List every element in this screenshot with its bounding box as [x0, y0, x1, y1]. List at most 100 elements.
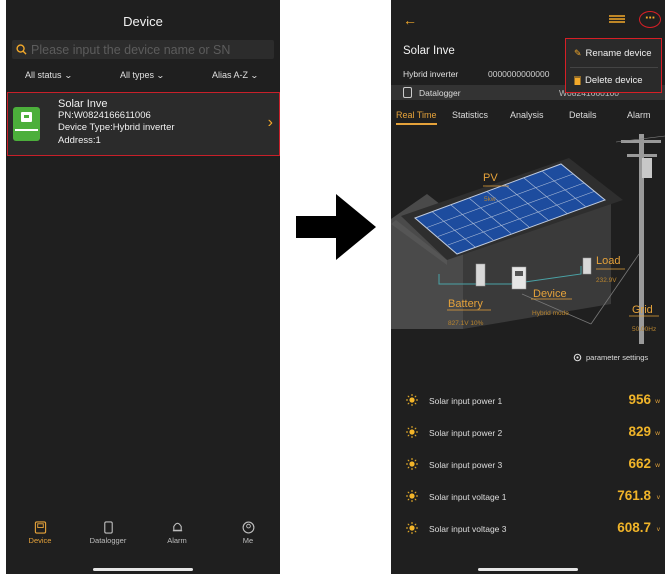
device-detail-screen: ← ··· Solar Inve Hybrid inverter 0000000…: [391, 0, 665, 574]
metric-row: Solar input power 2 829 w: [391, 424, 665, 442]
device-address: Address:1: [58, 134, 101, 146]
tab-real-time[interactable]: Real Time: [396, 110, 437, 125]
chevron-down-icon: ⌄: [250, 70, 259, 80]
back-arrow-icon[interactable]: ←: [403, 12, 417, 28]
metric-value: 829: [628, 424, 651, 439]
tab-device[interactable]: Device: [10, 521, 70, 545]
search-input[interactable]: [31, 42, 271, 57]
menu-divider: [570, 67, 658, 68]
load-value: 232.9V: [596, 277, 617, 284]
device-type: Hybrid inverter: [403, 69, 459, 79]
grid-label: Grid: [632, 304, 653, 316]
more-options-button[interactable]: ···: [639, 11, 661, 28]
trash-icon: [574, 76, 581, 85]
tab-alarm[interactable]: Alarm: [627, 110, 651, 120]
chevron-down-icon: ⌄: [156, 70, 165, 80]
home-indicator: [93, 568, 193, 571]
device-type: Device Type:Hybrid inverter: [58, 122, 175, 134]
device-sn: 0000000000000: [488, 69, 550, 79]
metric-value: 608.7: [617, 520, 651, 535]
metric-label: Solar input voltage 3: [429, 524, 507, 534]
sun-icon: [406, 522, 418, 534]
user-icon: [242, 521, 254, 534]
rename-device-label: Rename device: [585, 48, 652, 59]
search-icon: [16, 44, 27, 55]
parameter-settings-label: parameter settings: [586, 353, 649, 362]
metric-label: Solar input voltage 1: [429, 492, 507, 502]
detail-tabs: Real Time Statistics Analysis Details Al…: [391, 110, 665, 128]
parameter-settings-link[interactable]: parameter settings: [573, 353, 648, 362]
sort-filter-label: Alias A-Z: [212, 70, 249, 80]
device-card-info: Solar Inve PN:W0824166611006 Device Type…: [58, 98, 175, 147]
chevron-down-icon: ⌄: [63, 70, 73, 80]
metric-label: Solar input power 1: [429, 396, 503, 406]
bell-icon: [172, 522, 182, 532]
type-filter-label: All types: [120, 70, 155, 80]
tab-datalogger-label: Datalogger: [89, 536, 127, 545]
tab-me[interactable]: Me: [218, 521, 278, 545]
device-card[interactable]: Solar Inve PN:W0824166611006 Device Type…: [7, 92, 280, 156]
tab-alarm[interactable]: Alarm: [147, 521, 207, 545]
type-filter[interactable]: All types ⌄: [120, 70, 165, 80]
delete-device-item[interactable]: Delete device: [574, 75, 643, 86]
device-icon: [34, 521, 46, 534]
sun-icon: [406, 458, 418, 470]
metric-unit: v: [656, 494, 660, 501]
status-filter[interactable]: All status ⌄: [25, 70, 73, 80]
inverter-icon: [13, 107, 40, 141]
grid-value: 50.00Hz: [632, 326, 657, 333]
device-label: Device: [533, 288, 567, 300]
datalogger-label: Datalogger: [419, 88, 461, 98]
metric-unit: w: [655, 462, 660, 469]
filter-row: All status ⌄ All types ⌄ Alias A-Z ⌄: [6, 70, 280, 84]
metric-label: Solar input power 3: [429, 460, 503, 470]
device-pn: PN:W0824166611006: [58, 110, 151, 122]
status-filter-label: All status: [25, 70, 62, 80]
datalogger-icon: [103, 521, 113, 534]
pv-value: 5kw: [484, 196, 496, 203]
page-title: Device: [123, 14, 163, 29]
search-bar[interactable]: [12, 40, 274, 59]
metric-unit: v: [656, 526, 660, 533]
home-indicator: [478, 568, 578, 571]
options-menu: ✎ Rename device Delete device: [565, 38, 662, 93]
device-name: Solar Inve: [403, 45, 455, 57]
tab-statistics[interactable]: Statistics: [452, 110, 488, 120]
metric-value: 662: [628, 456, 651, 471]
pencil-icon: ✎: [574, 48, 582, 58]
metric-label: Solar input power 2: [429, 428, 503, 438]
metric-value: 761.8: [617, 488, 651, 503]
tab-datalogger[interactable]: Datalogger: [78, 521, 138, 545]
load-label: Load: [596, 255, 621, 267]
delete-device-label: Delete device: [585, 75, 643, 86]
device-name: Solar Inve: [58, 98, 108, 110]
battery-value: 827.1V 10%: [448, 320, 484, 327]
metric-unit: w: [655, 398, 660, 405]
metric-unit: w: [655, 430, 660, 437]
settings-sliders-icon[interactable]: [609, 14, 625, 24]
rename-device-item[interactable]: ✎ Rename device: [574, 48, 652, 59]
metric-row: Solar input power 3 662 w: [391, 456, 665, 474]
battery-label: Battery: [448, 298, 483, 310]
arrow-right-icon: [296, 194, 376, 260]
tab-me-label: Me: [242, 536, 254, 545]
energy-flow-illustration: [391, 134, 665, 344]
gear-icon: [573, 353, 582, 362]
datalogger-icon: [403, 87, 412, 98]
sort-filter[interactable]: Alias A-Z ⌄: [212, 70, 259, 80]
device-mode: Hybrid mode: [532, 310, 569, 317]
tab-details[interactable]: Details: [569, 110, 597, 120]
tab-analysis[interactable]: Analysis: [510, 110, 544, 120]
sun-icon: [406, 490, 418, 502]
tab-alarm-label: Alarm: [167, 536, 187, 545]
device-list-screen: Device All status ⌄ All types ⌄ Alias A-…: [6, 0, 280, 574]
metric-row: Solar input voltage 1 761.8 v: [391, 488, 665, 506]
metric-row: Solar input power 1 956 w: [391, 392, 665, 410]
bottom-tab-bar: Device Datalogger Alarm Me: [6, 521, 280, 551]
pv-label: PV: [483, 172, 498, 184]
sun-icon: [406, 394, 418, 406]
sun-icon: [406, 426, 418, 438]
tab-device-label: Device: [28, 536, 52, 545]
chevron-right-icon: ›: [267, 114, 273, 131]
metric-row: Solar input voltage 3 608.7 v: [391, 520, 665, 538]
